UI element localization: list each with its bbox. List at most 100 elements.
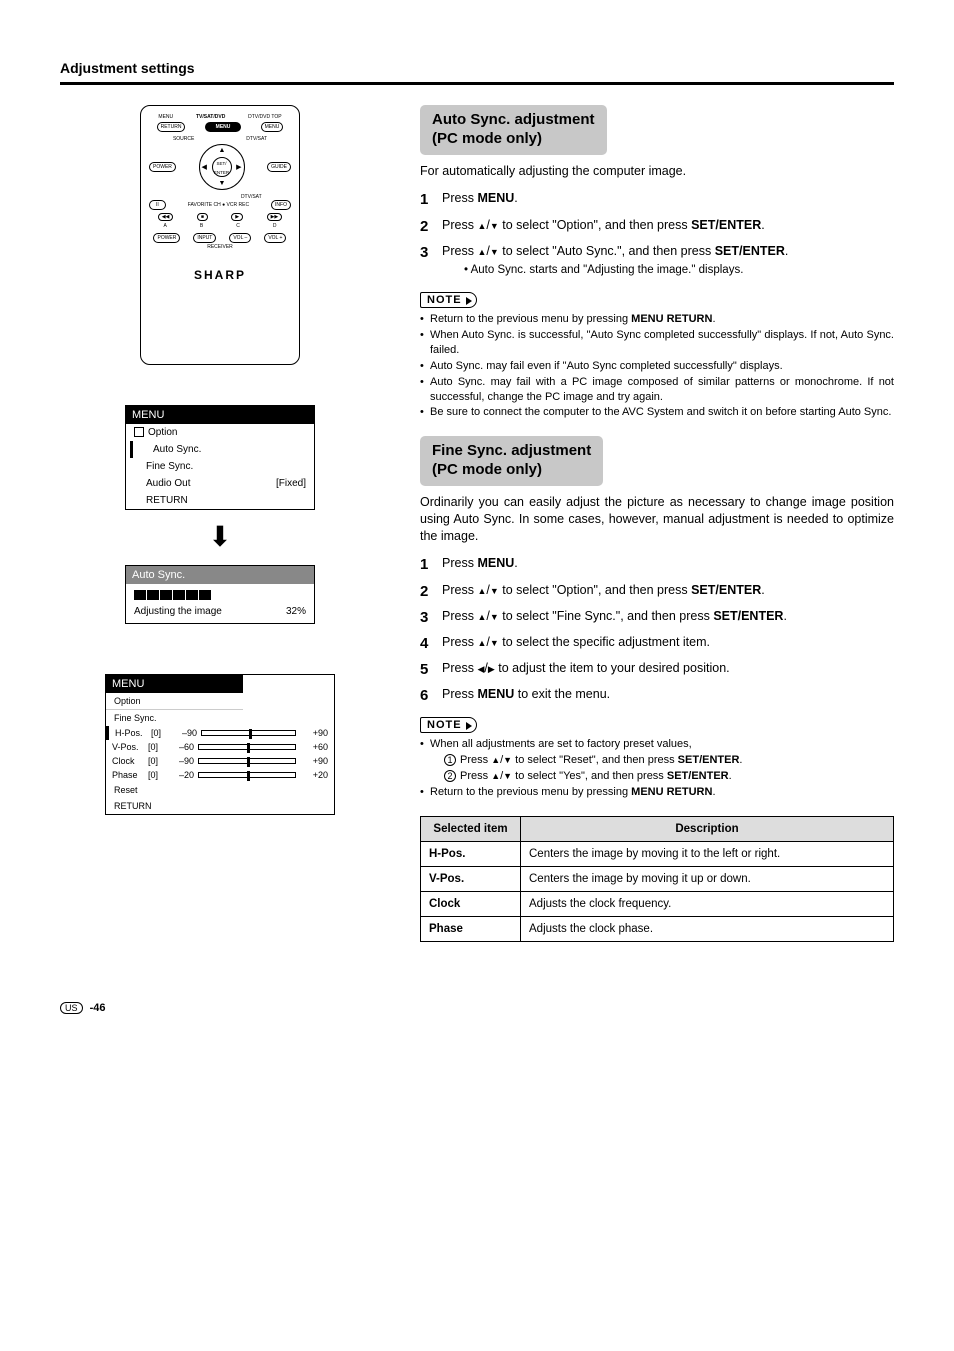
remote-btn: INPUT: [193, 233, 216, 243]
remote-lbl: FAVORITE CH: [188, 202, 221, 208]
slider-name: Phase: [112, 770, 144, 780]
slider-row: H-Pos.[0]–90+90: [106, 726, 334, 740]
remote-transport-btn: ▶▶: [267, 213, 283, 221]
remote-lbl: VCR REC: [227, 202, 250, 208]
left-icon: [477, 661, 484, 675]
remote-transport-btn: ■: [197, 213, 208, 221]
note-label: NOTE: [420, 292, 477, 308]
option-icon: [134, 427, 144, 437]
intro-text: Ordinarily you can easily adjust the pic…: [420, 494, 894, 545]
slider-current: [0]: [148, 742, 166, 752]
note-item: When Auto Sync. is successful, "Auto Syn…: [420, 328, 894, 358]
slider-max: +20: [300, 770, 328, 780]
description-table: Selected item Description H-Pos.Centers …: [420, 816, 894, 942]
right-icon: ▶: [236, 163, 241, 171]
page-title: Adjustment settings: [60, 60, 894, 85]
down-icon: [503, 754, 512, 766]
note-item: Auto Sync. may fail even if "Auto Sync c…: [420, 359, 894, 374]
up-icon: [491, 754, 500, 766]
osd-item: Audio Out: [146, 478, 190, 489]
remote-transport-btn: ▶: [231, 213, 243, 221]
remote-menu-btn: MENU: [205, 122, 242, 132]
osd-menu-1: MENU Option Auto Sync. Fine Sync. Audio …: [125, 405, 315, 510]
slider-row: V-Pos. [0] –60 +60: [106, 740, 334, 754]
slider-bar: [198, 758, 296, 764]
note-sub: 2Press / to select "Yes", and then press…: [420, 769, 894, 784]
slider-row: Clock [0] –90 +90: [106, 754, 334, 768]
osd-item: Option: [114, 696, 141, 706]
remote-diagram: MENU TV/SAT/DVD DTV/DVD TOP RETURN MENU …: [140, 105, 300, 365]
remote-lbl: TV/SAT/DVD: [196, 114, 225, 120]
osd-title: MENU: [106, 675, 243, 693]
osd-status: Adjusting the image: [134, 606, 222, 617]
up-icon: [477, 635, 486, 649]
slider-max: +90: [300, 756, 328, 766]
autosync-steps: Press MENU. Press / to select "Option", …: [420, 189, 894, 278]
osd-percent: 32%: [286, 606, 306, 617]
down-icon: [503, 770, 512, 782]
slider-row: Phase[0]–20+20: [106, 768, 334, 782]
remote-enter-btn: SET/ ENTER: [212, 157, 232, 177]
note-label: NOTE: [420, 717, 477, 733]
up-icon: [491, 770, 500, 782]
up-icon: ▲: [219, 147, 226, 154]
remote-btn: VOL –: [229, 233, 251, 243]
note-sub: 1Press / to select "Reset", and then pre…: [420, 753, 894, 768]
section-heading-finesync: Fine Sync. adjustment(PC mode only): [420, 436, 603, 486]
step: Press / to adjust the item to your desir…: [420, 659, 894, 677]
page-footer: US -46: [60, 1002, 894, 1014]
note-item: When all adjustments are set to factory …: [420, 737, 894, 752]
slider-max: +90: [300, 728, 328, 738]
osd-item: RETURN: [146, 495, 188, 506]
slider-current: [0]: [148, 756, 166, 766]
remote-lbl: D: [273, 223, 277, 229]
left-column: MENU TV/SAT/DVD DTV/DVD TOP RETURN MENU …: [60, 105, 380, 942]
step: Press MENU to exit the menu.: [420, 685, 894, 703]
remote-pause-btn: II: [149, 200, 166, 210]
up-icon: [477, 218, 486, 232]
slider-current: [0]: [148, 770, 166, 780]
step: Press MENU.: [420, 189, 894, 207]
step: Press / to select "Option", and then pre…: [420, 216, 894, 234]
up-icon: [477, 609, 486, 623]
osd-item: Fine Sync.: [106, 709, 243, 726]
remote-guide-btn: GUIDE: [267, 162, 291, 172]
down-icon: [490, 244, 499, 258]
slider-bar: [198, 744, 296, 750]
slider-min: –60: [170, 742, 194, 752]
finesync-notes: When all adjustments are set to factory …: [420, 737, 894, 799]
right-icon: [488, 661, 495, 675]
remote-btn: POWER: [153, 233, 180, 243]
step: Press / to select "Auto Sync.", and then…: [420, 242, 894, 279]
finesync-steps: Press MENU. Press / to select "Option", …: [420, 554, 894, 703]
step: Press / to select "Fine Sync.", and then…: [420, 607, 894, 625]
down-icon: ▼: [219, 180, 226, 187]
region-badge: US: [60, 1002, 83, 1014]
osd-item: Option: [148, 427, 177, 438]
remote-lbl: A: [164, 223, 167, 229]
step: Press / to select "Option", and then pre…: [420, 581, 894, 599]
note-item: Return to the previous menu by pressing …: [420, 785, 894, 800]
brand-logo: SHARP: [147, 268, 293, 282]
slider-bar: [201, 730, 296, 736]
slider-min: –90: [170, 756, 194, 766]
slider-max: +60: [300, 742, 328, 752]
table-row: ClockAdjusts the clock frequency.: [421, 891, 894, 916]
remote-lbl: SOURCE: [173, 136, 194, 142]
autosync-notes: Return to the previous menu by pressing …: [420, 312, 894, 420]
remote-transport-btn: ◀◀: [158, 213, 174, 221]
table-header: Selected item: [421, 816, 521, 841]
slider-name: Clock: [112, 756, 144, 766]
intro-text: For automatically adjusting the computer…: [420, 163, 894, 180]
remote-lbl: DTV/SAT: [246, 136, 267, 142]
osd-item: Auto Sync.: [153, 444, 201, 455]
slider-bar: [198, 772, 296, 778]
slider-name: V-Pos.: [112, 742, 144, 752]
table-header: Description: [521, 816, 894, 841]
remote-lbl: RECEIVER: [147, 244, 293, 250]
remote-lbl: MENU: [158, 114, 173, 120]
table-row: H-Pos.Centers the image by moving it to …: [421, 841, 894, 866]
remote-lbl: DTV/SAT: [241, 194, 262, 200]
slider-min: –90: [173, 728, 197, 738]
remote-lbl: B: [200, 223, 203, 229]
